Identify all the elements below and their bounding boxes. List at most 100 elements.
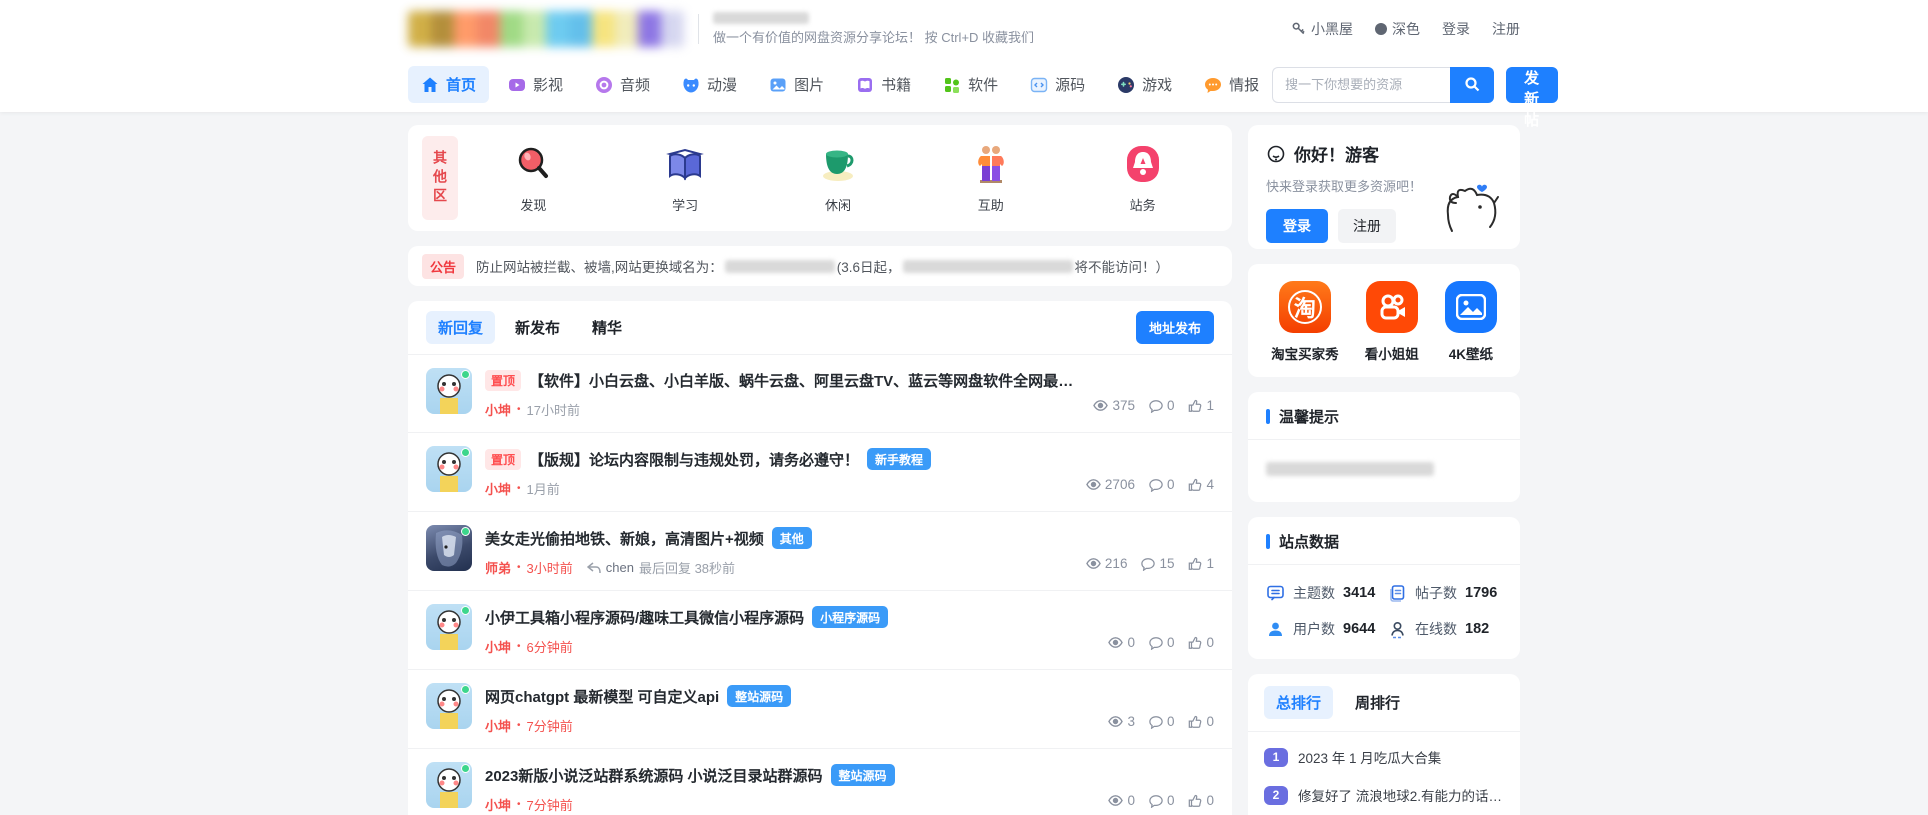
rank-item[interactable]: 2 修复好了 流浪地球2.有能力的话就去 (1264, 776, 1504, 814)
post-row[interactable]: 网页chatgpt 最新模型 可自定义api 整站源码 小坤 • 7分钟前 3 (408, 670, 1232, 749)
post-title[interactable]: 美女走光偷拍地铁、新娘，高清图片+视频 (485, 528, 764, 549)
app-shortcuts-panel: 淘 淘宝买家秀 看小姐姐 4K壁纸 (1248, 264, 1520, 377)
login-link[interactable]: 登录 (1442, 19, 1470, 39)
tab-new-posts[interactable]: 新发布 (503, 311, 572, 344)
dark-mode-toggle[interactable]: 深色 (1375, 19, 1420, 39)
zone-item-mutual-help[interactable]: 互助 (968, 142, 1014, 214)
post-row[interactable]: 小伊工具箱小程序源码/趣味工具微信小程序源码 小程序源码 小坤 • 6分钟前 0 (408, 591, 1232, 670)
zone-item-discover[interactable]: 发现 (511, 142, 555, 214)
guest-welcome-panel: 你好！游客 快来登录获取更多资源吧！ 登录 注册 (1248, 125, 1520, 249)
post-feed-panel: 新回复 新发布 精华 地址发布 置顶 【软件】小白云盘、小白羊版、蜗牛云盘、阿里… (408, 301, 1232, 815)
avatar[interactable] (426, 762, 472, 808)
zone-item-site-affairs[interactable]: 站务 (1121, 142, 1165, 214)
rank-item[interactable]: 1 2023 年 1 月吃瓜大合集 (1264, 738, 1504, 776)
nav-item-intel[interactable]: 情报 (1191, 66, 1272, 103)
tips-title: 温馨提示 (1279, 409, 1340, 426)
post-author[interactable]: 小坤 (485, 400, 511, 419)
page-header: 做一个有价值的网盘资源分享论坛！ 按 Ctrl+D 收藏我们 小黑屋 深色 登录… (0, 0, 1928, 129)
eye-icon (1093, 400, 1109, 411)
post-tag[interactable]: 新手教程 (867, 448, 932, 470)
tab-total-ranking[interactable]: 总排行 (1264, 686, 1334, 719)
post-tag[interactable]: 其他 (771, 527, 812, 549)
address-publish-button[interactable]: 地址发布 (1135, 311, 1214, 344)
shortcut-wallpaper[interactable]: 4K壁纸 (1444, 281, 1497, 363)
post-time: 6分钟前 (526, 640, 573, 655)
post-author[interactable]: 师弟 (485, 558, 511, 577)
post-title[interactable]: 小伊工具箱小程序源码/趣味工具微信小程序源码 (485, 607, 804, 628)
post-tag[interactable]: 整站源码 (830, 764, 895, 786)
posts-icon (1390, 584, 1405, 602)
nav-item-home[interactable]: 首页 (408, 66, 490, 103)
reply-user[interactable]: chen (606, 560, 634, 575)
register-link[interactable]: 注册 (1492, 19, 1520, 39)
tab-new-replies[interactable]: 新回复 (426, 311, 496, 344)
online-icon (1391, 621, 1404, 638)
nav-item-audio[interactable]: 音频 (582, 66, 663, 103)
pinned-badge: 置顶 (485, 370, 522, 391)
post-author[interactable]: 小坤 (485, 637, 511, 656)
guest-face-icon (1267, 145, 1285, 162)
nav-item-books[interactable]: 书籍 (843, 66, 924, 103)
nav-item-games[interactable]: 游戏 (1104, 66, 1185, 103)
shortcut-girls[interactable]: 看小姐姐 (1365, 281, 1419, 363)
avatar[interactable] (426, 604, 472, 650)
gamepad-icon (1118, 76, 1135, 93)
post-title[interactable]: 【版规】论坛内容限制与违规处罚，请务必遵守！ (529, 449, 859, 470)
search-button[interactable] (1450, 66, 1495, 103)
search-input[interactable] (1272, 66, 1451, 103)
post-row[interactable]: 置顶 【软件】小白云盘、小白羊版、蜗牛云盘、阿里云盘TV、蓝云等网盘软件全网最新… (408, 355, 1232, 433)
post-tag[interactable]: 小程序源码 (812, 606, 889, 628)
post-row[interactable]: 2023新版小说泛站群系统源码 小说泛目录站群源码 整站源码 小坤 • 7分钟前… (408, 749, 1232, 815)
open-book-icon (666, 148, 705, 181)
post-time: 1月前 (526, 482, 560, 497)
shortcut-taobao[interactable]: 淘 淘宝买家秀 (1271, 281, 1339, 363)
panel-accent-bar (1266, 409, 1270, 424)
avatar[interactable] (426, 446, 472, 492)
audio-icon (596, 76, 613, 93)
announcement-bar[interactable]: 公告 防止网站被拦截、被墙,网站更换域名为： (3.6日起， 将不能访问！） (408, 246, 1232, 286)
post-author[interactable]: 小坤 (485, 479, 511, 498)
tab-weekly-ranking[interactable]: 周排行 (1343, 686, 1412, 719)
nav-item-images[interactable]: 图片 (756, 66, 837, 103)
comment-count: 0 (1149, 477, 1174, 492)
other-zone-label: 其他区 (422, 136, 458, 220)
nav-item-movies[interactable]: 影视 (495, 66, 576, 103)
announcement-badge: 公告 (422, 253, 465, 279)
magnifier-icon (519, 147, 549, 178)
taobao-icon: 淘 (1278, 281, 1331, 333)
post-tag[interactable]: 整站源码 (727, 685, 792, 707)
post-author[interactable]: 小坤 (485, 795, 511, 814)
avatar[interactable] (426, 368, 472, 414)
teacup-icon (822, 150, 854, 181)
post-title[interactable]: 2023新版小说泛站群系统源码 小说泛目录站群源码 (485, 765, 823, 786)
comment-icon (1149, 636, 1163, 650)
login-button[interactable]: 登录 (1266, 209, 1328, 243)
nav-item-anime[interactable]: 动漫 (669, 66, 750, 103)
site-stats-title: 站点数据 (1279, 534, 1340, 551)
panel-accent-bar (1266, 534, 1270, 549)
nav-item-sourcecode[interactable]: 源码 (1017, 66, 1098, 103)
comment-count: 0 (1149, 793, 1174, 808)
thumbs-up-icon (1189, 636, 1202, 649)
post-row[interactable]: 美女走光偷拍地铁、新娘，高清图片+视频 其他 师弟 • 3小时前 chen 最后… (408, 512, 1232, 591)
new-post-button[interactable]: 发新帖 (1506, 66, 1559, 129)
home-icon (422, 77, 438, 92)
post-row[interactable]: 置顶 【版规】论坛内容限制与违规处罚，请务必遵守！ 新手教程 小坤 • 1月前 … (408, 433, 1232, 512)
post-title[interactable]: 【软件】小白云盘、小白羊版、蜗牛云盘、阿里云盘TV、蓝云等网盘软件全网最新可用版 (529, 370, 1080, 391)
search-box (1272, 66, 1495, 103)
view-count: 375 (1093, 398, 1135, 413)
site-logo[interactable] (408, 10, 684, 47)
post-author[interactable]: 小坤 (485, 716, 511, 735)
avatar[interactable] (426, 683, 472, 729)
zone-item-study[interactable]: 学习 (662, 142, 708, 214)
zone-item-leisure[interactable]: 休闲 (815, 142, 861, 214)
post-time: 17小时前 (526, 403, 580, 418)
register-button[interactable]: 注册 (1338, 209, 1396, 243)
avatar[interactable] (426, 525, 472, 571)
comment-count: 0 (1149, 714, 1174, 729)
blacklist-link[interactable]: 小黑屋 (1291, 19, 1353, 39)
nav-item-software[interactable]: 软件 (930, 66, 1011, 103)
eye-icon (1108, 716, 1124, 727)
post-title[interactable]: 网页chatgpt 最新模型 可自定义api (485, 686, 719, 707)
tab-featured[interactable]: 精华 (580, 311, 634, 344)
